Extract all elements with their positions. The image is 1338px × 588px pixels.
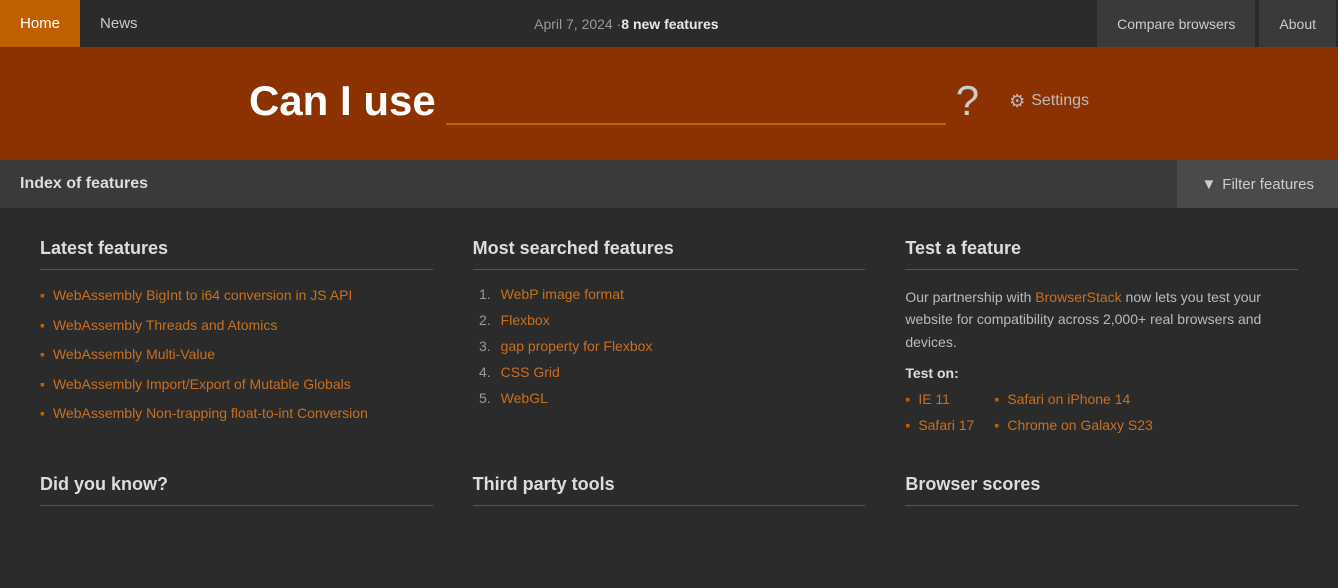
index-label: Index of features bbox=[0, 175, 1177, 193]
hero-question-mark: ? bbox=[956, 77, 979, 125]
search-input[interactable] bbox=[446, 78, 946, 125]
list-number: 1. bbox=[473, 286, 491, 302]
announcement-highlight: 8 new features bbox=[621, 16, 718, 32]
latest-features-list: WebAssembly BigInt to i64 conversion in … bbox=[40, 286, 433, 424]
third-party-title: Third party tools bbox=[473, 474, 866, 506]
browser-scores-col: Browser scores bbox=[905, 474, 1298, 506]
test-browsers: IE 11 Safari 17 Safari on iPhone 14 Chro… bbox=[905, 391, 1298, 433]
list-number: 4. bbox=[473, 364, 491, 380]
browser-item: Chrome on Galaxy S23 bbox=[994, 417, 1153, 433]
search-feature-link[interactable]: CSS Grid bbox=[501, 364, 560, 380]
latest-features-col: Latest features WebAssembly BigInt to i6… bbox=[40, 238, 433, 434]
list-item: 3. gap property for Flexbox bbox=[473, 338, 866, 354]
test-feature-title: Test a feature bbox=[905, 238, 1298, 270]
nav-news[interactable]: News bbox=[80, 0, 158, 47]
feature-link[interactable]: WebAssembly Import/Export of Mutable Glo… bbox=[53, 375, 351, 395]
nav-left: Home News bbox=[0, 0, 158, 47]
navigation: Home News April 7, 2024 · 8 new features… bbox=[0, 0, 1338, 47]
search-feature-link[interactable]: Flexbox bbox=[501, 312, 550, 328]
browser-col-1: IE 11 Safari 17 bbox=[905, 391, 974, 433]
list-item: 2. Flexbox bbox=[473, 312, 866, 328]
browser-col-2: Safari on iPhone 14 Chrome on Galaxy S23 bbox=[994, 391, 1153, 433]
most-searched-title: Most searched features bbox=[473, 238, 866, 270]
nav-right: Compare browsers About bbox=[1095, 0, 1338, 47]
test-desc-1: Our partnership with bbox=[905, 289, 1035, 305]
browser-item: IE 11 bbox=[905, 391, 974, 407]
feature-link[interactable]: WebAssembly Threads and Atomics bbox=[53, 316, 277, 336]
announcement-text: April 7, 2024 · bbox=[534, 16, 621, 32]
browser-scores-title: Browser scores bbox=[905, 474, 1298, 506]
search-feature-link[interactable]: gap property for Flexbox bbox=[501, 338, 653, 354]
nav-about[interactable]: About bbox=[1259, 0, 1336, 47]
list-item: WebAssembly Non-trapping float-to-int Co… bbox=[40, 404, 433, 424]
main-content: Latest features WebAssembly BigInt to i6… bbox=[0, 208, 1338, 464]
third-party-col: Third party tools bbox=[473, 474, 866, 506]
did-you-know-title: Did you know? bbox=[40, 474, 433, 506]
list-item: WebAssembly Threads and Atomics bbox=[40, 316, 433, 336]
bottom-content: Did you know? Third party tools Browser … bbox=[0, 464, 1338, 536]
list-item: WebAssembly Multi-Value bbox=[40, 345, 433, 365]
search-feature-link[interactable]: WebGL bbox=[501, 390, 548, 406]
browser-link-safari17[interactable]: Safari 17 bbox=[918, 417, 974, 433]
nav-announcement: April 7, 2024 · 8 new features bbox=[158, 16, 1096, 32]
browser-item: Safari 17 bbox=[905, 417, 974, 433]
hero-title: Can I use bbox=[249, 77, 436, 125]
test-on-label: Test on: bbox=[905, 365, 1298, 381]
settings-button[interactable]: ⚙ Settings bbox=[1009, 91, 1089, 112]
nav-compare[interactable]: Compare browsers bbox=[1097, 0, 1255, 47]
browser-link-safari-iphone[interactable]: Safari on iPhone 14 bbox=[1007, 391, 1130, 407]
gear-icon: ⚙ bbox=[1009, 91, 1025, 112]
feature-link[interactable]: WebAssembly Multi-Value bbox=[53, 345, 215, 365]
index-bar: Index of features ▼ Filter features bbox=[0, 160, 1338, 208]
search-feature-link[interactable]: WebP image format bbox=[501, 286, 624, 302]
list-number: 3. bbox=[473, 338, 491, 354]
filter-label: Filter features bbox=[1222, 176, 1314, 193]
nav-home[interactable]: Home bbox=[0, 0, 80, 47]
list-item: WebAssembly Import/Export of Mutable Glo… bbox=[40, 375, 433, 395]
filter-features-button[interactable]: ▼ Filter features bbox=[1177, 160, 1338, 208]
browser-item: Safari on iPhone 14 bbox=[994, 391, 1153, 407]
browser-link-chrome-galaxy[interactable]: Chrome on Galaxy S23 bbox=[1007, 417, 1153, 433]
hero-section: Can I use ? ⚙ Settings bbox=[0, 47, 1338, 160]
list-number: 5. bbox=[473, 390, 491, 406]
feature-link[interactable]: WebAssembly BigInt to i64 conversion in … bbox=[53, 286, 352, 306]
settings-label: Settings bbox=[1031, 92, 1089, 110]
latest-features-title: Latest features bbox=[40, 238, 433, 270]
most-searched-list: 1. WebP image format 2. Flexbox 3. gap p… bbox=[473, 286, 866, 406]
feature-link[interactable]: WebAssembly Non-trapping float-to-int Co… bbox=[53, 404, 368, 424]
most-searched-col: Most searched features 1. WebP image for… bbox=[473, 238, 866, 434]
browserstack-link[interactable]: BrowserStack bbox=[1035, 289, 1121, 305]
list-item: 4. CSS Grid bbox=[473, 364, 866, 380]
list-item: 5. WebGL bbox=[473, 390, 866, 406]
filter-icon: ▼ bbox=[1201, 176, 1216, 193]
test-feature-col: Test a feature Our partnership with Brow… bbox=[905, 238, 1298, 434]
test-description: Our partnership with BrowserStack now le… bbox=[905, 286, 1298, 353]
list-item: 1. WebP image format bbox=[473, 286, 866, 302]
did-you-know-col: Did you know? bbox=[40, 474, 433, 506]
list-item: WebAssembly BigInt to i64 conversion in … bbox=[40, 286, 433, 306]
browser-link-ie11[interactable]: IE 11 bbox=[918, 391, 950, 407]
list-number: 2. bbox=[473, 312, 491, 328]
